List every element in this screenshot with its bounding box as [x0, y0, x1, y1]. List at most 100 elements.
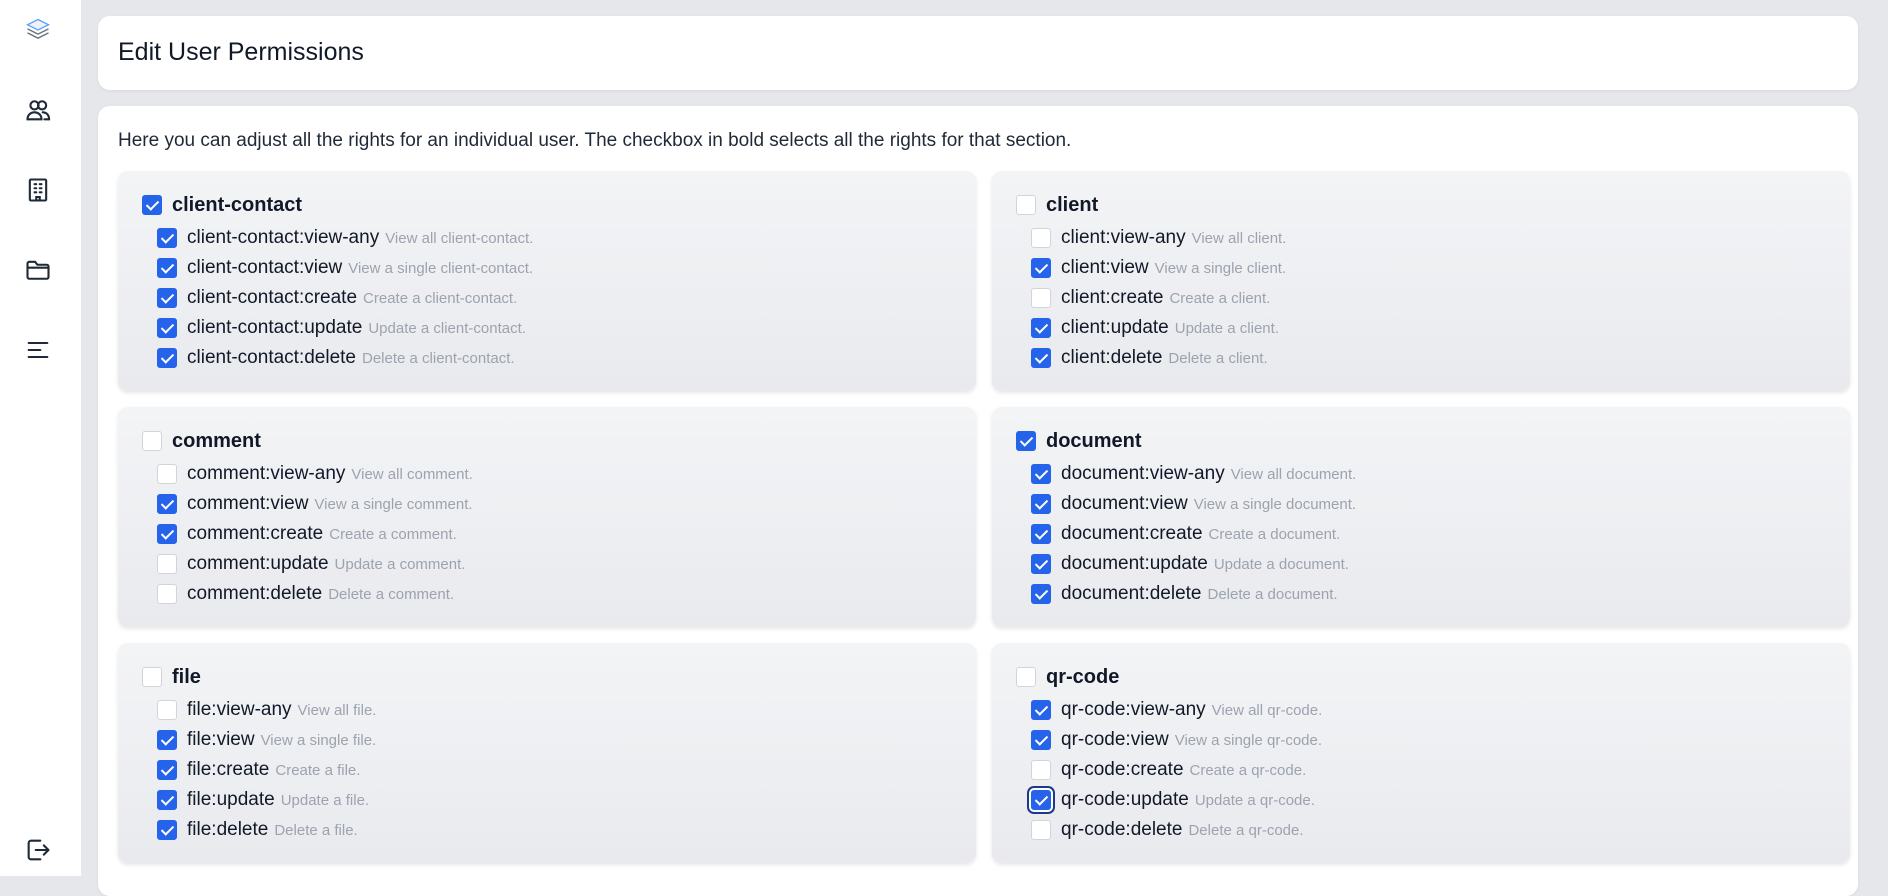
permission-checkbox[interactable] [1031, 464, 1051, 484]
permission-label[interactable]: qr-code:view-any [1061, 699, 1206, 721]
permission-description: Update a file. [280, 791, 370, 809]
permission-label[interactable]: file:update [187, 789, 275, 811]
section-title: qr-code [1046, 665, 1120, 688]
permission-checkbox[interactable] [157, 258, 177, 278]
permission-checkbox[interactable] [1031, 820, 1051, 840]
permission-description: Delete a qr-code. [1188, 821, 1304, 839]
permission-checkbox[interactable] [157, 760, 177, 780]
select-all-checkbox[interactable] [142, 667, 162, 687]
permission-checkbox[interactable] [1031, 584, 1051, 604]
permission-section-comment: comment comment:view-any View all comment.… [118, 407, 976, 627]
permission-label[interactable]: file:view-any [187, 699, 292, 721]
permission-checkbox[interactable] [157, 554, 177, 574]
permission-checkbox[interactable] [1031, 700, 1051, 720]
section-header: comment [142, 429, 976, 453]
section-header: document [1016, 429, 1850, 453]
permission-description: View a single document. [1193, 495, 1357, 513]
layers-logo-icon[interactable] [21, 13, 55, 47]
permission-checkbox[interactable] [157, 494, 177, 514]
permission-label[interactable]: comment:update [187, 553, 329, 575]
permission-label[interactable]: file:delete [187, 819, 268, 841]
permission-label[interactable]: comment:view [187, 493, 308, 515]
section-title: client-contact [172, 193, 303, 216]
permission-description: View a single comment. [314, 495, 473, 513]
select-all-checkbox[interactable] [142, 431, 162, 451]
permission-description: Create a client-contact. [363, 289, 518, 307]
permission-label[interactable]: document:update [1061, 553, 1208, 575]
permission-sections: client-contact client-contact:view-any Vie… [118, 171, 1850, 863]
permission-description: Delete a client. [1168, 349, 1268, 367]
permission-label[interactable]: client-contact:delete [187, 347, 356, 369]
permission-checkbox[interactable] [1031, 494, 1051, 514]
select-all-checkbox[interactable] [1016, 431, 1036, 451]
select-all-checkbox[interactable] [1016, 195, 1036, 215]
select-all-checkbox[interactable] [1016, 667, 1036, 687]
permission-checkbox[interactable] [1031, 554, 1051, 574]
permission-checkbox[interactable] [1031, 730, 1051, 750]
permission-checkbox[interactable] [1031, 318, 1051, 338]
permission-section-client: client client:view-any View all client. cli… [992, 171, 1850, 391]
permission-checkbox[interactable] [157, 348, 177, 368]
users-icon[interactable] [21, 93, 55, 127]
intro-text: Here you can adjust all the rights for a… [118, 130, 1072, 151]
permission-description: Delete a document. [1207, 585, 1338, 603]
permission-label[interactable]: client:update [1061, 317, 1169, 339]
permission-label[interactable]: document:delete [1061, 583, 1202, 605]
menu-lines-icon[interactable] [21, 333, 55, 367]
permission-label[interactable]: client-contact:view [187, 257, 342, 279]
permission-section-file: file file:view-any View all file. file:view… [118, 643, 976, 863]
permission-label[interactable]: qr-code:delete [1061, 819, 1182, 841]
permission-row: document:update Update a document. [1016, 549, 1850, 579]
permission-label[interactable]: client-contact:create [187, 287, 357, 309]
permission-label[interactable]: document:view [1061, 493, 1188, 515]
permission-checkbox[interactable] [1031, 288, 1051, 308]
permission-label[interactable]: document:create [1061, 523, 1203, 545]
permission-checkbox[interactable] [157, 584, 177, 604]
permission-label[interactable]: client:view [1061, 257, 1149, 279]
permission-checkbox[interactable] [1031, 760, 1051, 780]
permission-label[interactable]: client:view-any [1061, 227, 1186, 249]
permission-checkbox[interactable] [157, 730, 177, 750]
permission-row: document:create Create a document. [1016, 519, 1850, 549]
permission-row: client-contact:create Create a client-con… [142, 283, 976, 313]
permission-label[interactable]: comment:delete [187, 583, 322, 605]
permission-checkbox[interactable] [157, 228, 177, 248]
select-all-checkbox[interactable] [142, 195, 162, 215]
permission-label[interactable]: qr-code:view [1061, 729, 1169, 751]
permission-checkbox[interactable] [157, 318, 177, 338]
permission-checkbox[interactable] [1031, 258, 1051, 278]
permission-label[interactable]: qr-code:update [1061, 789, 1189, 811]
permission-label[interactable]: document:view-any [1061, 463, 1225, 485]
building-icon[interactable] [21, 173, 55, 207]
permission-label[interactable]: qr-code:create [1061, 759, 1184, 781]
permission-label[interactable]: client-contact:view-any [187, 227, 379, 249]
permission-checkbox[interactable] [157, 524, 177, 544]
permission-checkbox[interactable] [157, 790, 177, 810]
permission-label[interactable]: client:delete [1061, 347, 1162, 369]
folder-icon[interactable] [21, 253, 55, 287]
permission-label[interactable]: client:create [1061, 287, 1163, 309]
permission-checkbox[interactable] [1031, 348, 1051, 368]
permission-description: View all qr-code. [1211, 701, 1323, 719]
permission-section-document: document document:view-any View all docume… [992, 407, 1850, 627]
permission-row: qr-code:view-any View all qr-code. [1016, 695, 1850, 725]
permission-checkbox[interactable] [157, 700, 177, 720]
permission-row: document:delete Delete a document. [1016, 579, 1850, 609]
permission-description: View a single client. [1154, 259, 1287, 277]
permission-label[interactable]: comment:view-any [187, 463, 345, 485]
logout-icon[interactable] [21, 833, 55, 867]
permission-description: Update a document. [1213, 555, 1349, 573]
permission-row: client:view-any View all client. [1016, 223, 1850, 253]
permission-label[interactable]: file:view [187, 729, 255, 751]
permission-checkbox[interactable] [1031, 790, 1051, 810]
permission-checkbox[interactable] [1031, 228, 1051, 248]
permission-checkbox[interactable] [157, 464, 177, 484]
section-header: client [1016, 193, 1850, 217]
permission-label[interactable]: comment:create [187, 523, 323, 545]
permission-label[interactable]: client-contact:update [187, 317, 362, 339]
permission-row: qr-code:delete Delete a qr-code. [1016, 815, 1850, 845]
permission-checkbox[interactable] [157, 820, 177, 840]
permission-checkbox[interactable] [1031, 524, 1051, 544]
permission-label[interactable]: file:create [187, 759, 269, 781]
permission-checkbox[interactable] [157, 288, 177, 308]
